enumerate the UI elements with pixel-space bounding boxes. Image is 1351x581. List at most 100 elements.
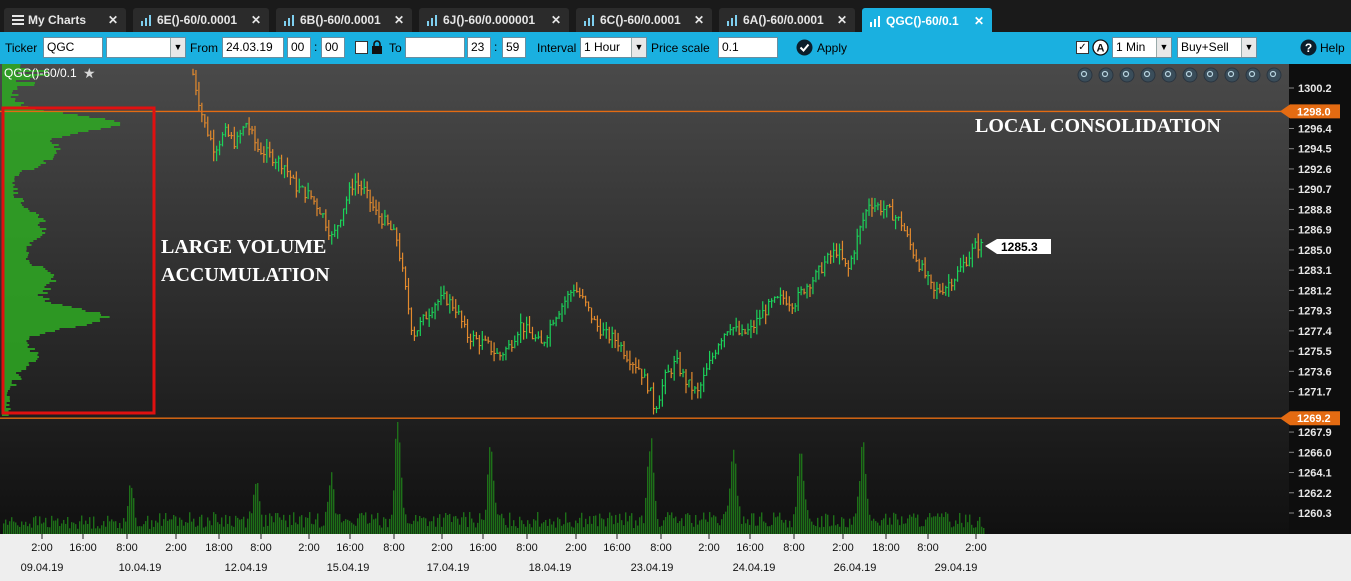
volume-bar bbox=[555, 527, 557, 534]
volume-bar bbox=[523, 524, 525, 534]
volume-bar bbox=[689, 514, 691, 534]
side-select[interactable]: Buy+Sell ▼ bbox=[1177, 37, 1257, 58]
profile-bin bbox=[2, 104, 22, 106]
bars-icon[interactable] bbox=[1161, 67, 1177, 83]
volume-bar bbox=[845, 526, 847, 534]
aggregation-select[interactable]: 1 Min ▼ bbox=[1112, 37, 1172, 58]
volume-bar bbox=[933, 516, 935, 534]
star-icon[interactable]: ★ bbox=[83, 66, 96, 82]
volume-bar bbox=[703, 512, 705, 534]
volume-bar bbox=[251, 513, 253, 534]
volume-bar bbox=[135, 517, 137, 534]
profile-bin bbox=[2, 160, 44, 162]
close-icon[interactable]: ✕ bbox=[686, 13, 704, 27]
volume-bar bbox=[253, 494, 255, 534]
ticker-input[interactable]: QGC bbox=[43, 37, 103, 58]
apply-button[interactable]: Apply bbox=[817, 41, 847, 55]
to-date-input[interactable] bbox=[405, 37, 465, 58]
help-button[interactable]: Help bbox=[1320, 41, 1345, 55]
tab-6a[interactable]: 6A()-60/0.0001 ✕ bbox=[719, 8, 855, 32]
volume-bar bbox=[817, 517, 819, 534]
tab-qgc[interactable]: QGC()-60/0.1 ✕ bbox=[862, 8, 992, 34]
tab-6j[interactable]: 6J()-60/0.000001 ✕ bbox=[419, 8, 569, 32]
profile-bin bbox=[2, 254, 29, 256]
chevron-down-icon: ▼ bbox=[170, 38, 185, 57]
tab-6e[interactable]: 6E()-60/0.0001 ✕ bbox=[133, 8, 269, 32]
volume-bar bbox=[519, 516, 521, 534]
volume-bar bbox=[271, 516, 273, 534]
close-icon[interactable]: ✕ bbox=[966, 14, 984, 28]
level-badge-label: 1269.2 bbox=[1297, 413, 1331, 425]
tab-label: My Charts bbox=[28, 13, 87, 27]
volume-bar bbox=[745, 523, 747, 534]
close-icon[interactable]: ✕ bbox=[829, 13, 847, 27]
volume-bar bbox=[587, 524, 589, 534]
volume-bar bbox=[55, 520, 57, 534]
close-icon[interactable]: ✕ bbox=[100, 13, 118, 27]
volume-bar bbox=[41, 523, 43, 534]
auto-icon[interactable]: A bbox=[1092, 39, 1109, 59]
volume-bar bbox=[589, 516, 591, 534]
settings-icon[interactable] bbox=[1203, 67, 1219, 83]
tab-6c[interactable]: 6C()-60/0.0001 ✕ bbox=[576, 8, 712, 32]
auto-checkbox[interactable]: ✓ bbox=[1076, 41, 1089, 54]
volume-bar bbox=[981, 526, 983, 534]
volume-bar bbox=[867, 498, 869, 534]
volume-bar bbox=[979, 516, 981, 534]
chart-icon bbox=[727, 14, 739, 26]
close-icon[interactable]: ✕ bbox=[386, 13, 404, 27]
volume-bar bbox=[369, 522, 371, 534]
volume-bar bbox=[317, 513, 319, 534]
to-min-input[interactable]: 59 bbox=[502, 37, 526, 58]
profile-bin bbox=[2, 210, 30, 212]
close-icon[interactable]: ✕ bbox=[543, 13, 561, 27]
profile-bin bbox=[2, 120, 115, 122]
volume-bar bbox=[445, 512, 447, 534]
chevron-down-icon[interactable] bbox=[1266, 67, 1282, 83]
volume-bar bbox=[419, 515, 421, 534]
price-scale-input[interactable]: 0.1 bbox=[718, 37, 778, 58]
zoom-fit-icon[interactable] bbox=[1077, 67, 1093, 83]
volume-bar bbox=[209, 520, 211, 534]
volume-bar bbox=[633, 527, 635, 534]
export-icon[interactable] bbox=[1224, 67, 1240, 83]
volume-bar bbox=[193, 518, 195, 534]
volume-bar bbox=[497, 514, 499, 534]
from-min-input[interactable]: 00 bbox=[321, 37, 345, 58]
volume-bar bbox=[685, 514, 687, 534]
chart-area[interactable]: 1298.0 1269.2 1300.2 1296.4 1294.5 1292.6 129… bbox=[0, 64, 1351, 581]
from-hour-input[interactable]: 00 bbox=[287, 37, 311, 58]
volume-bar bbox=[453, 516, 455, 534]
tab-6b[interactable]: 6B()-60/0.0001 ✕ bbox=[276, 8, 412, 32]
price-chart[interactable]: 1298.0 1269.2 1300.2 1296.4 1294.5 1292.6 129… bbox=[0, 64, 1351, 581]
volume-bar bbox=[443, 517, 445, 534]
volume-bar bbox=[813, 524, 815, 534]
grid-icon[interactable] bbox=[1140, 67, 1156, 83]
volume-bar bbox=[89, 517, 91, 534]
volume-bar bbox=[917, 514, 919, 534]
profile-bin bbox=[2, 216, 39, 218]
close-icon[interactable]: ✕ bbox=[243, 13, 261, 27]
profile-bin bbox=[2, 144, 59, 146]
from-date-input[interactable]: 24.03.19 bbox=[222, 37, 284, 58]
volume-bar bbox=[239, 519, 241, 534]
zoom-in-icon[interactable] bbox=[1098, 67, 1114, 83]
refresh-icon[interactable] bbox=[1182, 67, 1198, 83]
close-icon[interactable] bbox=[1245, 67, 1261, 83]
volume-bar bbox=[513, 520, 515, 534]
volume-bar bbox=[431, 521, 433, 534]
to-hour-input[interactable]: 23 bbox=[467, 37, 491, 58]
interval-select[interactable]: 1 Hour ▼ bbox=[580, 37, 647, 58]
chart-title: QGC()-60/0.1 bbox=[4, 66, 77, 80]
profile-bin bbox=[2, 84, 35, 86]
volume-bar bbox=[29, 523, 31, 534]
volume-bar bbox=[265, 514, 267, 534]
volume-bar bbox=[547, 525, 549, 534]
zoom-out-icon[interactable] bbox=[1119, 67, 1135, 83]
lock-checkbox[interactable] bbox=[355, 41, 368, 54]
tab-my-charts[interactable]: My Charts ✕ bbox=[4, 8, 126, 32]
volume-bar bbox=[53, 520, 55, 534]
volume-bar bbox=[737, 495, 739, 534]
profile-bin bbox=[2, 278, 52, 280]
ticker-dropdown[interactable]: ▼ bbox=[106, 37, 186, 58]
